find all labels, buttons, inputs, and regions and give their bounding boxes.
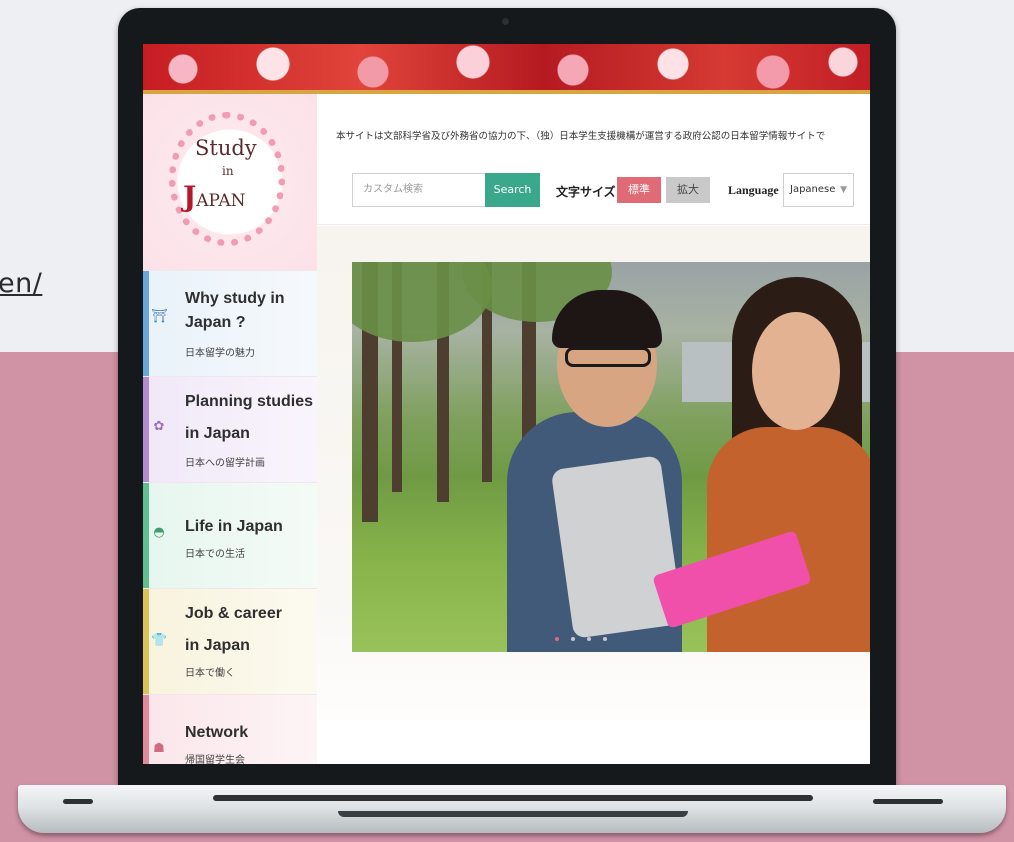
- shirt-icon: 👕: [151, 633, 168, 648]
- header-floral-banner: [143, 44, 870, 94]
- sidebar-item-job-career[interactable]: 👕 Job & career in Japan 日本で働く: [143, 588, 317, 694]
- carousel-dot[interactable]: [571, 637, 575, 641]
- laptop-base: [18, 785, 1006, 833]
- sidebar-item-life[interactable]: ◓ Life in Japan 日本での生活: [143, 482, 317, 588]
- site-topbar: 本サイトは文部科学省及び外務省の協力の下、（独）日本学生支援機構が運営する政府公…: [317, 94, 870, 225]
- carousel-dot[interactable]: [555, 637, 559, 641]
- font-size-standard-button[interactable]: 標準: [617, 177, 661, 203]
- chevron-down-icon: ▼: [840, 185, 847, 195]
- logo-japan-text: JAPAN: [183, 180, 246, 213]
- site-notice: 本サイトは文部科学省及び外務省の協力の下、（独）日本学生支援機構が運営する政府公…: [336, 131, 826, 142]
- webcam: [502, 18, 509, 25]
- language-select[interactable]: Japanese ▼: [783, 173, 854, 207]
- search-input[interactable]: カスタム検索: [352, 173, 485, 207]
- hero-carousel-image[interactable]: [352, 262, 870, 652]
- rice-bowl-icon: ◓: [153, 525, 165, 540]
- logo-study-text: Study: [195, 136, 257, 160]
- url-link-fragment[interactable]: en/: [0, 268, 42, 299]
- laptop-screen: Study in JAPAN ⛩ Why study in Japan ? 日本…: [143, 44, 870, 764]
- language-selected-value: Japanese: [790, 184, 836, 195]
- plum-blossom-icon: ✿: [153, 419, 165, 434]
- search-button[interactable]: Search: [485, 173, 540, 207]
- carousel-dot[interactable]: [603, 637, 607, 641]
- font-size-large-button[interactable]: 拡大: [666, 177, 710, 203]
- sidebar-item-network[interactable]: ☗ Network 帰国留学生会: [143, 694, 317, 764]
- carousel-dot[interactable]: [587, 637, 591, 641]
- shrine-gate-icon: ⛩: [151, 309, 168, 324]
- people-icon: ☗: [153, 741, 165, 756]
- sidebar-item-planning[interactable]: ✿ Planning studies in Japan 日本への留学計画: [143, 376, 317, 482]
- font-size-label: 文字サイズ: [556, 185, 616, 199]
- language-label: Language: [728, 183, 779, 197]
- carousel-pagination: [555, 626, 619, 645]
- main-bottom-area: [317, 720, 870, 764]
- logo-in-text: in: [222, 164, 234, 178]
- site-logo[interactable]: Study in JAPAN: [143, 94, 317, 270]
- sidebar-item-why-study[interactable]: ⛩ Why study in Japan ? 日本留学の魅力: [143, 270, 317, 376]
- logo-flower-ring: [169, 112, 285, 246]
- sidebar: Study in JAPAN ⛩ Why study in Japan ? 日本…: [143, 94, 317, 764]
- main-content: [317, 226, 870, 764]
